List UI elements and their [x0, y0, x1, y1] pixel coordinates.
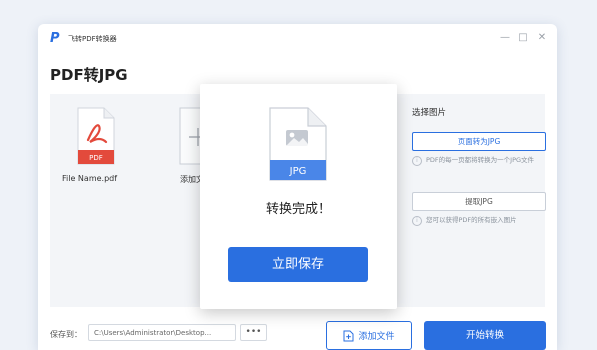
app-title: 飞转PDF转换器 — [68, 35, 117, 43]
file-item[interactable]: PDF File Name.pdf — [62, 106, 126, 183]
pdf-file-icon: PDF — [77, 107, 115, 165]
jpg-badge: JPG — [289, 166, 307, 177]
options-panel: 选择图片 页面转为JPG i PDF的每一页都将转换为一个JPG文件 提取JPG… — [400, 94, 546, 307]
completion-message: 转换完成！ — [265, 202, 331, 217]
completion-dialog: JPG 转换完成！ 立即保存 — [200, 84, 397, 309]
page-to-jpg-desc: PDF的每一页都将转换为一个JPG文件 — [426, 156, 535, 164]
extract-jpg-button[interactable]: 提取JPG — [412, 192, 546, 211]
jpg-file-icon: JPG — [269, 107, 327, 181]
pdf-badge: PDF — [89, 154, 103, 162]
save-now-button[interactable]: 立即保存 — [228, 247, 368, 282]
add-file-button[interactable]: 添加文件 — [326, 321, 412, 350]
start-convert-button[interactable]: 开始转换 — [424, 321, 546, 350]
page-to-jpg-button[interactable]: 页面转为JPG — [412, 132, 546, 151]
minimize-button[interactable]: — — [498, 31, 512, 45]
page-title: PDF转JPG — [50, 66, 128, 84]
app-logo-icon: P — [50, 31, 60, 46]
options-title: 选择图片 — [412, 108, 447, 118]
add-file-button-label: 添加文件 — [358, 332, 395, 342]
maximize-button[interactable]: □ — [516, 31, 530, 45]
info-icon: i — [412, 216, 422, 226]
close-button[interactable]: ✕ — [535, 31, 549, 45]
browse-button[interactable]: ••• — [240, 324, 267, 341]
add-file-icon — [343, 330, 354, 341]
save-to-label: 保存到： — [50, 330, 82, 339]
info-icon: i — [412, 156, 422, 166]
save-path-input[interactable]: C:\Users\Administrator\Desktop... — [88, 324, 236, 341]
extract-jpg-desc: 您可以获得PDF的所有嵌入图片 — [426, 216, 517, 224]
title-bar: P 飞转PDF转换器 — □ ✕ — [38, 24, 557, 54]
file-name: File Name.pdf — [62, 174, 118, 183]
